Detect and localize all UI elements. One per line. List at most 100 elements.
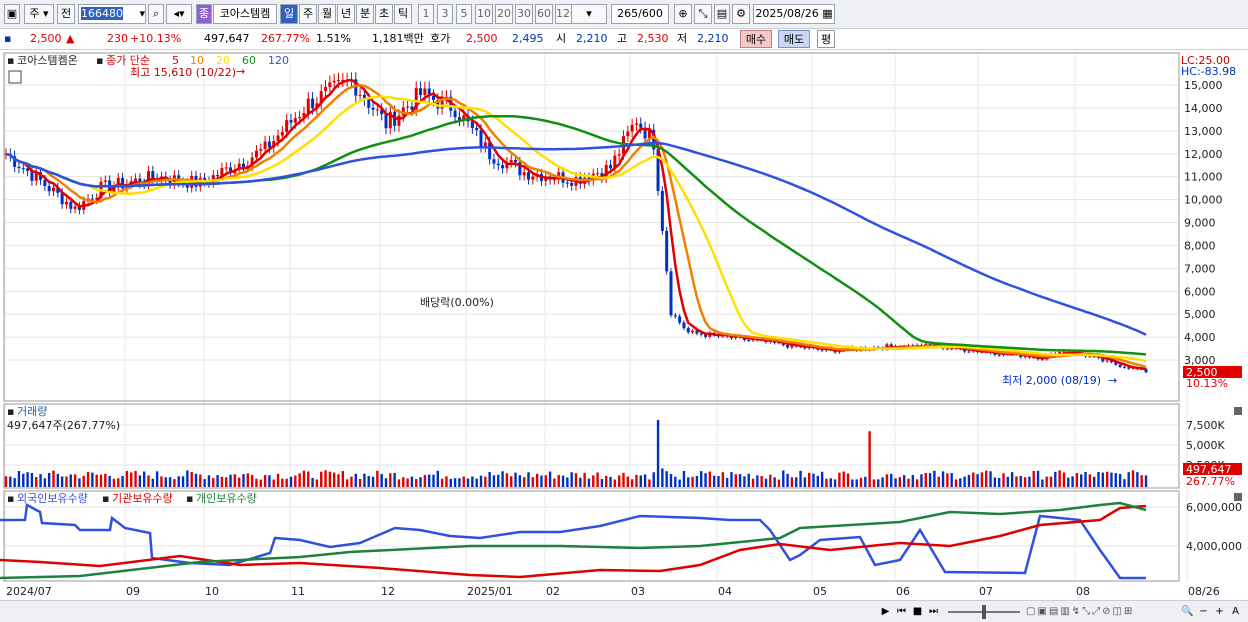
chart-area[interactable]: 15,000 14,000 13,000 12,000 11,000 10,000 9,00… bbox=[0, 50, 1248, 600]
volume-bar bbox=[1067, 477, 1070, 487]
volume-bar bbox=[125, 470, 129, 487]
interval-button[interactable]: 5 bbox=[456, 4, 472, 24]
volume-bar bbox=[276, 473, 280, 487]
volume-bar bbox=[872, 479, 876, 487]
volume-bar bbox=[803, 477, 807, 487]
zoom-out-button[interactable]: − bbox=[1196, 604, 1211, 619]
table-icon[interactable] bbox=[8, 70, 22, 84]
market-select[interactable]: 주 ▾ bbox=[24, 4, 54, 24]
volume-bar bbox=[164, 477, 167, 487]
last-button[interactable]: ⏭ bbox=[926, 604, 941, 619]
volume-bar bbox=[652, 472, 655, 487]
volume-bar bbox=[117, 478, 120, 487]
search-icon[interactable]: ⌕ bbox=[148, 4, 164, 24]
candle-body bbox=[285, 120, 289, 132]
drawing-tools[interactable]: ▢▣▤▥↯⤡⤢⊘◫⊞ bbox=[1026, 604, 1174, 619]
volume-bar bbox=[678, 479, 681, 487]
volume-bar bbox=[492, 475, 496, 487]
window-menu-icon[interactable]: ▣ bbox=[4, 4, 20, 24]
period-tab[interactable]: 일 bbox=[280, 4, 298, 24]
x-tick-label: 08 bbox=[1076, 585, 1090, 598]
pane-close-icon[interactable] bbox=[1234, 407, 1242, 415]
volume-bar bbox=[173, 479, 176, 487]
draw-tool-icon[interactable]: ⤡ bbox=[694, 4, 712, 24]
interval-button[interactable]: 3 bbox=[437, 4, 453, 24]
zoom-slider-handle[interactable] bbox=[982, 605, 986, 619]
period-tab[interactable]: 월 bbox=[318, 4, 336, 24]
crosshair-icon[interactable]: ⊕ bbox=[674, 4, 692, 24]
stop-button[interactable]: ■ bbox=[910, 604, 925, 619]
interval-button[interactable]: 20 bbox=[495, 4, 513, 24]
candle-body bbox=[531, 176, 535, 180]
y-tick-label: 10,000 bbox=[1184, 194, 1223, 207]
y-tick-label: 6,000,000 bbox=[1186, 501, 1242, 514]
low-mark: 최저 2,000 (08/19) bbox=[1002, 374, 1101, 387]
y-tick-label: 8,000 bbox=[1184, 239, 1216, 252]
candle-body bbox=[267, 141, 271, 148]
volume-bar bbox=[561, 475, 565, 487]
period-option[interactable]: 전 bbox=[57, 4, 75, 24]
candle-body bbox=[501, 165, 505, 169]
count-field[interactable]: 265/600 bbox=[611, 4, 669, 24]
volume-bar bbox=[203, 479, 206, 487]
volume-bar bbox=[82, 475, 85, 487]
sell-button[interactable]: 매도 bbox=[778, 30, 810, 48]
volume-bar bbox=[972, 472, 975, 487]
buy-button[interactable]: 매수 bbox=[740, 30, 772, 48]
y-tick-label: 13,000 bbox=[1184, 125, 1223, 138]
holding-legend-label: 개인보유수량 bbox=[196, 492, 257, 505]
speaker-icon[interactable]: ◂▾ bbox=[166, 4, 192, 24]
volume-bar bbox=[233, 474, 237, 487]
period-tab[interactable]: 초 bbox=[375, 4, 393, 24]
period-tab[interactable]: 분 bbox=[356, 4, 374, 24]
volume-bar bbox=[1123, 479, 1126, 487]
period-tab[interactable]: 주 bbox=[299, 4, 317, 24]
period-tab[interactable]: 틱 bbox=[394, 4, 412, 24]
volume-bar bbox=[648, 479, 651, 487]
first-button[interactable]: ⏮ bbox=[894, 604, 909, 619]
volume-bar bbox=[514, 472, 517, 487]
zoom-in-button[interactable]: + bbox=[1212, 604, 1227, 619]
save-icon[interactable]: ▤ bbox=[714, 4, 730, 24]
volume-bar bbox=[1041, 479, 1044, 487]
eval-button[interactable]: 평 bbox=[817, 30, 835, 48]
volume-bar bbox=[1028, 476, 1031, 487]
candle-body bbox=[419, 88, 423, 96]
volume-bar bbox=[104, 473, 107, 487]
volume-bar bbox=[911, 474, 915, 487]
candle-body bbox=[475, 127, 479, 131]
volume-bar bbox=[682, 470, 686, 487]
scroll-right-button[interactable]: ▶ bbox=[878, 604, 893, 619]
code-input[interactable]: 166480 ▾ bbox=[78, 4, 146, 24]
volume-bar bbox=[605, 475, 608, 487]
gear-icon[interactable]: ⚙ bbox=[732, 4, 750, 24]
period-tab[interactable]: 년 bbox=[337, 4, 355, 24]
interval-button[interactable]: 1 bbox=[418, 4, 434, 24]
candle-body bbox=[509, 159, 513, 163]
volume-bar bbox=[812, 473, 815, 487]
volume-bar bbox=[1036, 470, 1040, 487]
volume-bar bbox=[440, 478, 444, 487]
pane-close-icon[interactable] bbox=[1234, 493, 1242, 501]
volume-bar bbox=[466, 478, 470, 487]
volume-bar bbox=[954, 479, 958, 487]
interval-button[interactable]: 10 bbox=[475, 4, 493, 24]
candle-body bbox=[276, 135, 280, 142]
interval-button[interactable]: 30 bbox=[515, 4, 533, 24]
price: 2,500 bbox=[30, 32, 62, 45]
zoom-icon[interactable]: 🔍 bbox=[1180, 604, 1195, 619]
candle-body bbox=[522, 172, 526, 176]
volume-bar bbox=[700, 471, 703, 487]
volume-bar bbox=[976, 474, 979, 487]
volume-bar bbox=[885, 474, 889, 487]
interval-select[interactable]: ▾ bbox=[571, 4, 607, 24]
volume-bar bbox=[397, 479, 401, 487]
volume-bar bbox=[26, 472, 29, 487]
interval-button[interactable]: 60 bbox=[535, 4, 553, 24]
auto-scale-button[interactable]: A bbox=[1228, 604, 1243, 619]
candle-body bbox=[151, 171, 155, 179]
date-field[interactable]: 2025/08/26 ▦ bbox=[753, 4, 835, 24]
volume-bar bbox=[1144, 475, 1148, 487]
volume-bar bbox=[859, 477, 863, 487]
candle-body bbox=[669, 271, 673, 316]
